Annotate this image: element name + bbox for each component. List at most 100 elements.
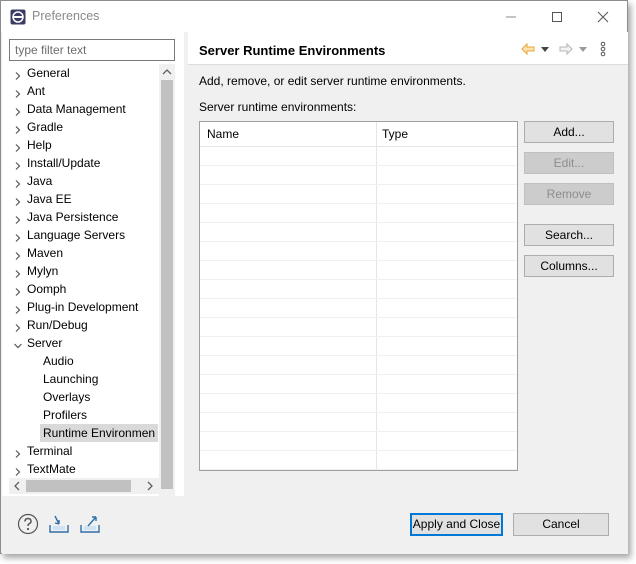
table-row[interactable] xyxy=(200,223,517,242)
table-row[interactable] xyxy=(200,451,517,470)
back-dropdown-icon[interactable] xyxy=(541,43,549,58)
tree-item-category[interactable]: Plug-in Development xyxy=(13,298,173,316)
chevron-right-icon[interactable] xyxy=(13,320,23,332)
page-content: Add, remove, or edit server runtime envi… xyxy=(188,65,628,496)
chevron-right-icon[interactable] xyxy=(13,140,23,152)
tree-item-label: Run/Debug xyxy=(27,318,88,332)
tree-item-category[interactable]: Java Persistence xyxy=(13,208,173,226)
table-row[interactable] xyxy=(200,166,517,185)
apply-and-close-button[interactable]: Apply and Close xyxy=(410,513,503,536)
tree-item-label: Data Management xyxy=(27,102,126,116)
tree-item-category[interactable]: TextMate xyxy=(13,460,173,478)
chevron-right-icon[interactable] xyxy=(13,266,23,278)
chevron-right-icon[interactable] xyxy=(13,302,23,314)
page-description: Add, remove, or edit server runtime envi… xyxy=(199,74,466,88)
table-row[interactable] xyxy=(200,318,517,337)
tree-item-subpage[interactable]: Launching xyxy=(29,370,175,388)
chevron-right-icon[interactable] xyxy=(13,446,23,458)
chevron-right-icon[interactable] xyxy=(13,68,23,80)
close-button[interactable] xyxy=(580,1,626,32)
table-row[interactable] xyxy=(200,204,517,223)
remove-button[interactable]: Remove xyxy=(524,183,614,205)
table-row[interactable] xyxy=(200,299,517,318)
chevron-down-icon[interactable] xyxy=(13,338,23,349)
tree-vertical-scrollbar[interactable] xyxy=(159,64,175,509)
table-row[interactable] xyxy=(200,242,517,261)
tree-vertical-scroll-thumb[interactable] xyxy=(161,80,173,489)
page-navigation xyxy=(520,41,620,59)
page-header: Server Runtime Environments xyxy=(188,32,628,65)
tree-item-category[interactable]: Terminal xyxy=(13,442,173,460)
tree-item-subpage[interactable]: Profilers xyxy=(29,406,175,424)
back-arrow-icon[interactable] xyxy=(520,41,536,60)
add-button[interactable]: Add... xyxy=(524,121,614,143)
table-row[interactable] xyxy=(200,185,517,204)
chevron-right-icon[interactable] xyxy=(13,122,23,134)
tree-item-category[interactable]: Maven xyxy=(13,244,173,262)
tree-item-subpage[interactable]: Runtime Environmen xyxy=(29,424,175,442)
tree-item-category[interactable]: Java xyxy=(13,172,173,190)
tree-item-subpage[interactable]: Audio xyxy=(29,352,175,370)
minimize-icon xyxy=(506,16,516,18)
table-row[interactable] xyxy=(200,394,517,413)
tree-item-category[interactable]: Language Servers xyxy=(13,226,173,244)
chevron-right-icon[interactable] xyxy=(13,86,23,98)
chevron-right-icon[interactable] xyxy=(13,194,23,206)
minimize-button[interactable] xyxy=(488,1,534,32)
columns-button[interactable]: Columns... xyxy=(524,255,614,277)
tree-item-category[interactable]: Ant xyxy=(13,82,173,100)
chevron-right-icon[interactable] xyxy=(13,176,23,188)
edit-button[interactable]: Edit... xyxy=(524,152,614,174)
table-row[interactable] xyxy=(200,147,517,166)
chevron-right-icon[interactable] xyxy=(13,464,23,476)
forward-arrow-icon[interactable] xyxy=(558,41,574,60)
maximize-button[interactable] xyxy=(534,1,580,32)
column-header-name[interactable]: Name xyxy=(207,122,239,147)
table-row[interactable] xyxy=(200,375,517,394)
tree-item-label: Terminal xyxy=(27,444,73,458)
table-header: Name Type xyxy=(200,122,517,147)
tree-item-category[interactable]: Data Management xyxy=(13,100,173,118)
table-row[interactable] xyxy=(200,413,517,432)
tree-item-label: Help xyxy=(27,138,52,152)
window-title: Preferences xyxy=(32,9,100,23)
tree-item-category[interactable]: Java EE xyxy=(13,190,173,208)
runtime-environments-table[interactable]: Name Type xyxy=(199,121,518,471)
table-row[interactable] xyxy=(200,337,517,356)
tree-item-category[interactable]: Gradle xyxy=(13,118,173,136)
tree-horizontal-scroll-thumb[interactable] xyxy=(26,480,131,492)
page-title: Server Runtime Environments xyxy=(199,43,386,58)
cancel-button[interactable]: Cancel xyxy=(513,513,609,536)
chevron-right-icon[interactable] xyxy=(13,248,23,260)
chevron-right-icon[interactable] xyxy=(13,284,23,296)
tree-item-subpage[interactable]: Overlays xyxy=(29,388,175,406)
table-row[interactable] xyxy=(200,280,517,299)
search-button[interactable]: Search... xyxy=(524,224,614,246)
tree-item-category[interactable]: General xyxy=(13,64,173,82)
tree-item-label: Profilers xyxy=(43,408,88,422)
view-menu-icon[interactable] xyxy=(600,41,606,60)
filter-input[interactable] xyxy=(9,39,175,61)
scroll-left-icon xyxy=(14,481,20,491)
tree-item-category[interactable]: Oomph xyxy=(13,280,173,298)
tree-item-label: TextMate xyxy=(27,462,76,476)
tree-item-category[interactable]: Mylyn xyxy=(13,262,173,280)
help-icon[interactable] xyxy=(17,513,39,535)
tree-item-category[interactable]: Install/Update xyxy=(13,154,173,172)
import-icon[interactable] xyxy=(48,513,70,535)
chevron-right-icon[interactable] xyxy=(13,158,23,170)
forward-dropdown-icon[interactable] xyxy=(579,43,587,58)
tree-item-category[interactable]: Server xyxy=(13,334,173,352)
chevron-right-icon[interactable] xyxy=(13,230,23,242)
tree-item-category[interactable]: Help xyxy=(13,136,173,154)
table-row[interactable] xyxy=(200,432,517,451)
chevron-right-icon[interactable] xyxy=(13,104,23,116)
dialog-footer: Apply and Close Cancel xyxy=(2,496,628,554)
export-icon[interactable] xyxy=(79,513,101,535)
chevron-right-icon[interactable] xyxy=(13,212,23,224)
tree-item-category[interactable]: Run/Debug xyxy=(13,316,173,334)
table-row[interactable] xyxy=(200,356,517,375)
table-row[interactable] xyxy=(200,261,517,280)
column-header-type[interactable]: Type xyxy=(382,122,408,147)
tree-horizontal-scrollbar[interactable] xyxy=(9,478,159,494)
